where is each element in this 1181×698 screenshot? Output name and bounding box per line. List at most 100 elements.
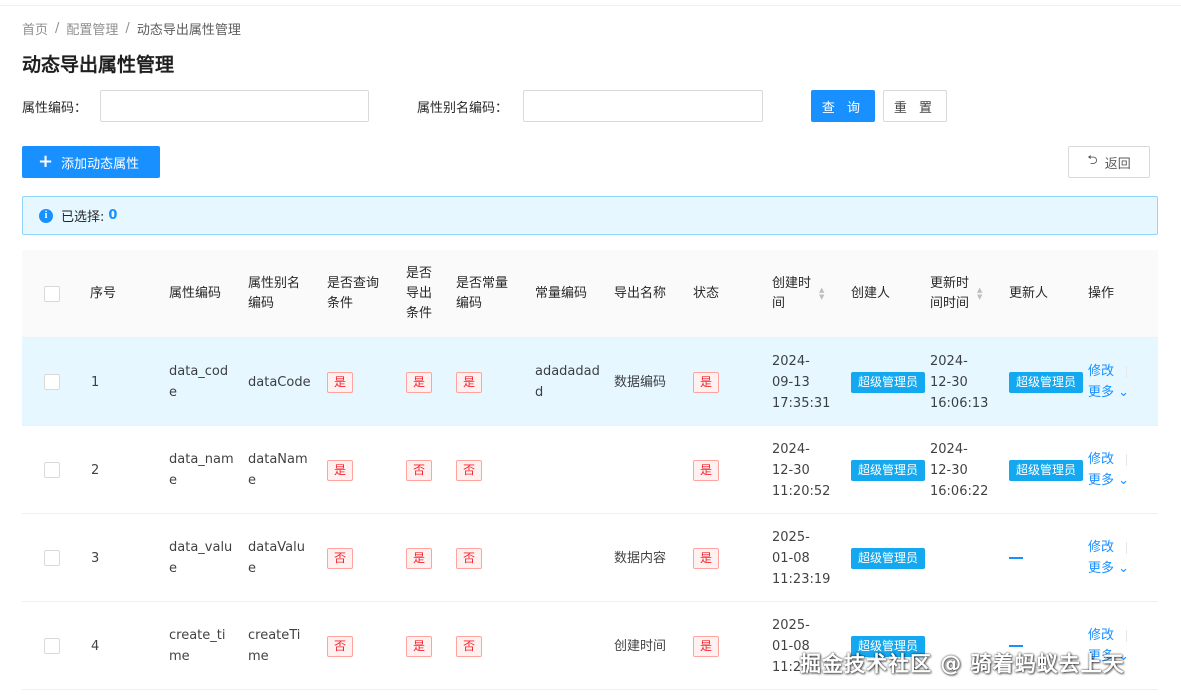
row-created-time: 2025- 01-08 11:23:19 — [772, 529, 831, 587]
col-updated-time[interactable]: 更新时 间时间 ▲ ▼ — [930, 250, 982, 338]
col-attr-code: 属性编码 — [169, 286, 222, 301]
row-created-time: 2024- 09-13 17:35:31 — [772, 353, 831, 411]
col-created-time[interactable]: 创建时间 ▲ ▼ — [772, 250, 824, 338]
info-icon: i — [39, 208, 53, 223]
chevron-down-icon[interactable]: ⌄ — [1118, 561, 1129, 576]
is-const-tag: 否 — [456, 459, 483, 481]
table-row[interactable]: 2 data_nam e dataNam e 是 否 否 是 2024- 12-30 1… — [22, 426, 1158, 514]
creator-tag: 超级管理员 — [851, 459, 926, 481]
row-checkbox[interactable] — [44, 374, 60, 390]
edit-link[interactable]: 修改 — [1088, 361, 1114, 382]
col-alias-code: 属性别名 编码 — [248, 276, 301, 311]
return-icon: ⮌ — [1087, 153, 1098, 168]
breadcrumb-config[interactable]: 配置管理 — [66, 19, 118, 38]
creator-tag: 超级管理员 — [851, 547, 926, 569]
col-const-code: 常量编码 — [535, 286, 588, 301]
action-divider — [1126, 365, 1128, 378]
more-link[interactable]: 更多 — [1088, 385, 1114, 400]
breadcrumb-separator: / — [125, 21, 130, 36]
row-index: 3 — [91, 550, 100, 566]
sort-icon[interactable]: ▲ ▼ — [977, 287, 982, 301]
row-checkbox[interactable] — [44, 462, 60, 478]
status-tag: 是 — [693, 371, 720, 393]
breadcrumb-current: 动态导出属性管理 — [136, 23, 241, 38]
selected-label: 已选择: — [61, 210, 105, 225]
is-query-tag: 否 — [327, 635, 354, 657]
row-updated-time: 2024- 12-30 16:06:13 — [930, 353, 989, 411]
chevron-down-icon[interactable]: ⌄ — [1118, 385, 1129, 400]
edit-link[interactable]: 修改 — [1088, 625, 1114, 646]
add-attribute-label: 添加动态属性 — [61, 156, 140, 172]
add-attribute-button[interactable]: + 添加动态属性 — [22, 146, 160, 178]
col-actions: 操作 — [1088, 286, 1115, 301]
select-all-checkbox[interactable] — [44, 286, 60, 302]
row-updated-time: 2024- 12-30 16:06:22 — [930, 441, 989, 499]
row-alias-code: dataNam e — [248, 452, 308, 488]
is-export-tag: 是 — [406, 635, 433, 657]
status-tag: 是 — [693, 547, 720, 569]
col-creator: 创建人 — [851, 286, 891, 301]
status-tag: 是 — [693, 459, 720, 481]
query-button[interactable]: 查 询 — [811, 90, 875, 122]
selected-count: 0 — [108, 208, 118, 223]
is-query-tag: 是 — [327, 459, 354, 481]
action-divider — [1126, 541, 1128, 554]
empty-dash — [1009, 645, 1023, 647]
row-created-time: 2024- 12-30 11:20:52 — [772, 441, 831, 499]
col-is-query: 是否查询 条件 — [327, 276, 380, 311]
is-const-tag: 是 — [456, 371, 483, 393]
row-alias-code: dataCode — [248, 374, 311, 390]
col-updater: 更新人 — [1009, 286, 1049, 301]
selection-alert: i 已选择: 0 — [22, 196, 1158, 235]
more-link[interactable]: 更多 — [1088, 473, 1114, 488]
table-header: 序号 属性编码 属性别名 编码 是否查询 条件 是否 导出 条件 是否常量 编码 常量编码… — [22, 250, 1158, 338]
row-alias-code: dataValu e — [248, 540, 305, 576]
more-link[interactable]: 更多 — [1088, 561, 1114, 576]
breadcrumb-home[interactable]: 首页 — [22, 19, 48, 38]
col-is-export: 是否 导出 条件 — [406, 266, 433, 321]
row-index: 4 — [91, 638, 100, 654]
col-export-name: 导出名称 — [614, 286, 667, 301]
alias-code-label: 属性别名编码： — [417, 101, 509, 116]
row-attr-code: data_valu e — [169, 540, 233, 576]
alias-code-input[interactable] — [523, 90, 763, 122]
is-export-tag: 是 — [406, 371, 433, 393]
row-index: 2 — [91, 462, 100, 478]
attr-code-label: 属性编码： — [22, 101, 88, 116]
back-button[interactable]: ⮌ 返回 — [1068, 146, 1150, 178]
top-bar — [0, 0, 1181, 6]
table-row[interactable]: 3 data_valu e dataValu e 否 是 否 数据内容 是 2025… — [22, 514, 1158, 602]
row-const-code: adadadad d — [535, 364, 600, 400]
row-alias-code: createTi me — [248, 628, 301, 664]
row-attr-code: create_ti me — [169, 628, 226, 664]
row-checkbox[interactable] — [44, 550, 60, 566]
chevron-down-icon[interactable]: ⌄ — [1118, 473, 1129, 488]
plus-icon: + — [38, 151, 54, 172]
is-query-tag: 是 — [327, 371, 354, 393]
select-all-cell — [44, 250, 60, 338]
table-row[interactable]: 1 data_cod e dataCode 是 是 是 adadadad d 数据编… — [22, 338, 1158, 426]
is-const-tag: 否 — [456, 635, 483, 657]
row-export-name: 数据内容 — [614, 550, 667, 566]
row-attr-code: data_cod e — [169, 364, 229, 400]
attribute-table: 序号 属性编码 属性别名 编码 是否查询 条件 是否 导出 条件 是否常量 编码 常量编码… — [22, 250, 1158, 690]
row-export-name: 创建时间 — [614, 638, 667, 654]
edit-link[interactable]: 修改 — [1088, 449, 1114, 470]
status-tag: 是 — [693, 635, 720, 657]
sort-icon[interactable]: ▲ ▼ — [819, 287, 824, 301]
row-checkbox[interactable] — [44, 638, 60, 654]
is-query-tag: 否 — [327, 547, 354, 569]
updater-tag: 超级管理员 — [1009, 459, 1084, 481]
back-label: 返回 — [1104, 156, 1131, 172]
col-is-const: 是否常量 编码 — [456, 276, 509, 311]
is-export-tag: 是 — [406, 547, 433, 569]
breadcrumb-separator: / — [55, 21, 60, 36]
empty-dash — [1009, 557, 1023, 559]
edit-link[interactable]: 修改 — [1088, 537, 1114, 558]
attr-code-input[interactable] — [100, 90, 369, 122]
is-const-tag: 否 — [456, 547, 483, 569]
creator-tag: 超级管理员 — [851, 371, 926, 393]
updater-tag: 超级管理员 — [1009, 371, 1084, 393]
watermark: 掘金技术社区 @ 骑着蚂蚁去上天 — [800, 652, 1125, 676]
reset-button[interactable]: 重 置 — [883, 90, 947, 122]
